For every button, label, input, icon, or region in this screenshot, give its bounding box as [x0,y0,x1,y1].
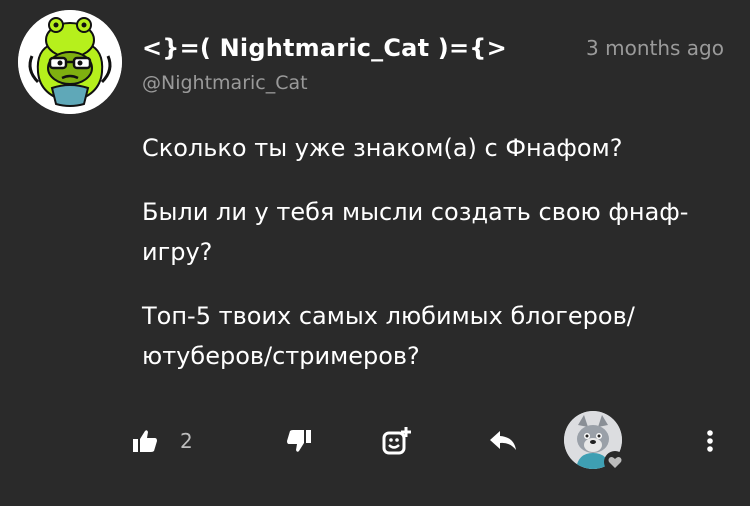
frog-avatar-icon [18,10,122,114]
comment-timestamp: 3 months ago [586,36,724,60]
author-name[interactable]: <}=( Nightmaric_Cat )={> [142,34,507,62]
dislike-button[interactable] [274,405,324,477]
comment-paragraph: Сколько ты уже знаком(а) с Фнафом? [142,134,623,162]
reply-button[interactable] [478,405,528,477]
author-handle[interactable]: @Nightmaric_Cat [142,72,308,94]
heart-icon [608,456,622,468]
comment-paragraph: Топ-5 твоих самых любимых блогеров/ютубе… [142,302,635,370]
comment-paragraph: Были ли у тебя мысли создать свою фнаф-и… [142,198,689,266]
like-button[interactable]: 2 [132,405,232,477]
add-emoji-icon [382,427,411,455]
add-emoji-button[interactable] [372,405,422,477]
comment-body: Сколько ты уже знаком(а) с Фнафом? Были … [142,128,722,400]
reply-arrow-icon [490,431,516,450]
thumbs-down-icon [287,430,311,452]
comment-action-bar: 2 [0,405,750,477]
more-vertical-icon [707,430,713,452]
comment-card: <}=( Nightmaric_Cat )={> @Nightmaric_Cat… [0,0,750,506]
like-count: 2 [180,429,193,453]
more-options-button[interactable] [690,405,730,477]
heart-badge [604,451,626,473]
creator-heart[interactable] [564,411,628,475]
thumbs-up-icon [133,430,157,452]
author-avatar[interactable] [18,10,122,114]
